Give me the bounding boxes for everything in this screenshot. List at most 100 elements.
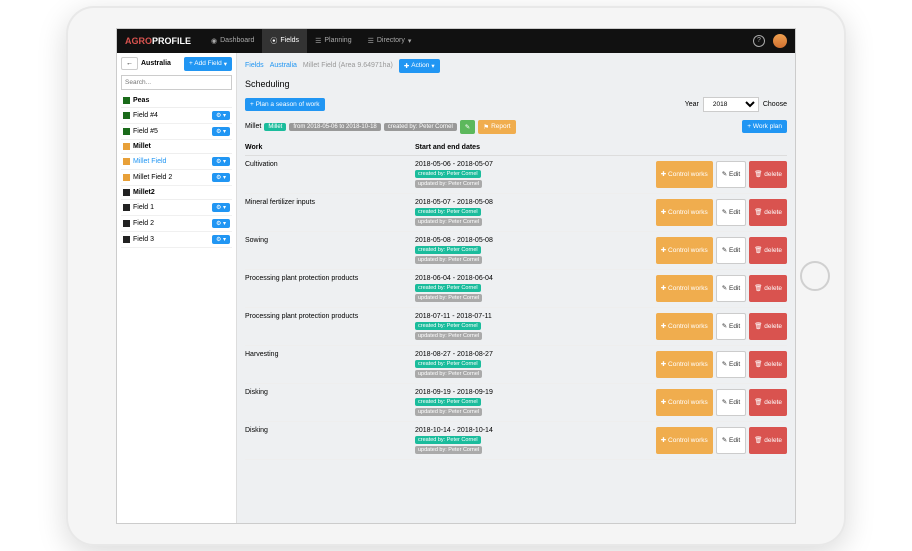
edit-button[interactable]: ✎ Edit xyxy=(716,237,746,264)
list-icon: ☰ xyxy=(315,37,321,45)
edit-button[interactable]: ✎ Edit xyxy=(716,389,746,416)
sidebar-title: Australia xyxy=(141,60,181,67)
updated-tag: updated by: Peter Cornel xyxy=(415,294,482,302)
updated-tag: updated by: Peter Cornel xyxy=(415,408,482,416)
gear-icon[interactable]: ⚙ ▾ xyxy=(212,235,230,244)
control-works-button[interactable]: ✚ Control works xyxy=(656,427,713,454)
nav-directory[interactable]: ☰Directory ▾ xyxy=(360,29,420,53)
edit-button[interactable]: ✎ Edit xyxy=(716,427,746,454)
table-row: Disking 2018-10-14 - 2018-10-14 created … xyxy=(245,422,787,460)
edit-button[interactable]: ✎ Edit xyxy=(716,351,746,378)
sidebar-item[interactable]: Field 1⚙ ▾ xyxy=(121,200,232,216)
nav-dashboard[interactable]: ◉Dashboard xyxy=(203,29,262,53)
dates-cell: 2018-08-27 - 2018-08-27 created by: Pete… xyxy=(415,351,545,378)
sidebar-item[interactable]: Field 3⚙ ▾ xyxy=(121,232,232,248)
color-swatch xyxy=(123,204,130,211)
sidebar-item[interactable]: Millet Field⚙ ▾ xyxy=(121,154,232,170)
table-row: Processing plant protection products 201… xyxy=(245,270,787,308)
choose-label: Choose xyxy=(763,101,787,108)
color-swatch xyxy=(123,236,130,243)
updated-tag: updated by: Peter Cornel xyxy=(415,218,482,226)
year-select[interactable]: 2018 xyxy=(703,97,759,112)
work-name: Disking xyxy=(245,427,415,454)
work-name: Disking xyxy=(245,389,415,416)
dates-cell: 2018-06-04 - 2018-06-04 created by: Pete… xyxy=(415,275,545,302)
control-works-button[interactable]: ✚ Control works xyxy=(656,237,713,264)
control-works-button[interactable]: ✚ Control works xyxy=(656,199,713,226)
edit-button[interactable]: ✎ Edit xyxy=(716,313,746,340)
control-works-button[interactable]: ✚ Control works xyxy=(656,351,713,378)
delete-button[interactable]: 🗑 delete xyxy=(749,351,787,378)
dates-cell: 2018-05-08 - 2018-05-08 created by: Pete… xyxy=(415,237,545,264)
logo: AGROPROFILE xyxy=(125,36,191,46)
sidebar-item[interactable]: Field #5⚙ ▾ xyxy=(121,124,232,140)
action-button[interactable]: ✚ Action ▾ xyxy=(399,59,440,73)
work-name: Sowing xyxy=(245,237,415,264)
sidebar-group: Peas xyxy=(121,94,232,108)
search-input[interactable] xyxy=(121,75,232,90)
edit-button[interactable]: ✎ Edit xyxy=(716,161,746,188)
col-work: Work xyxy=(245,144,415,151)
sidebar-item[interactable]: Field 2⚙ ▾ xyxy=(121,216,232,232)
table-header: Work Start and end dates xyxy=(245,140,787,156)
main-content: Fields Australia Millet Field (Area 9.64… xyxy=(237,53,795,523)
table-row: Sowing 2018-05-08 - 2018-05-08 created b… xyxy=(245,232,787,270)
gear-icon[interactable]: ⚙ ▾ xyxy=(212,127,230,136)
sidebar-item[interactable]: Millet Field 2⚙ ▾ xyxy=(121,170,232,186)
back-button[interactable]: ← xyxy=(121,57,138,70)
dates-cell: 2018-05-07 - 2018-05-08 created by: Pete… xyxy=(415,199,545,226)
delete-button[interactable]: 🗑 delete xyxy=(749,427,787,454)
delete-button[interactable]: 🗑 delete xyxy=(749,161,787,188)
delete-button[interactable]: 🗑 delete xyxy=(749,389,787,416)
control-works-button[interactable]: ✚ Control works xyxy=(656,275,713,302)
created-tag: created by: Peter Cornel xyxy=(415,208,481,216)
table-row: Cultivation 2018-05-06 - 2018-05-07 crea… xyxy=(245,156,787,194)
control-works-button[interactable]: ✚ Control works xyxy=(656,161,713,188)
edit-button[interactable]: ✎ Edit xyxy=(716,275,746,302)
sidebar-group: Millet xyxy=(121,140,232,154)
crumb-country[interactable]: Australia xyxy=(270,62,297,69)
color-swatch xyxy=(123,112,130,119)
table-row: Processing plant protection products 201… xyxy=(245,308,787,346)
delete-button[interactable]: 🗑 delete xyxy=(749,199,787,226)
delete-button[interactable]: 🗑 delete xyxy=(749,313,787,340)
edit-icon-button[interactable]: ✎ xyxy=(460,120,475,134)
sidebar-item[interactable]: Field #4⚙ ▾ xyxy=(121,108,232,124)
work-name: Processing plant protection products xyxy=(245,313,415,340)
color-swatch xyxy=(123,220,130,227)
col-dates: Start and end dates xyxy=(415,144,545,151)
nav-fields[interactable]: ⦿Fields xyxy=(262,29,307,53)
edit-button[interactable]: ✎ Edit xyxy=(716,199,746,226)
work-name: Mineral fertilizer inputs xyxy=(245,199,415,226)
delete-button[interactable]: 🗑 delete xyxy=(749,237,787,264)
report-button[interactable]: ⚑ Report xyxy=(478,120,515,134)
nav-planning[interactable]: ☰Planning xyxy=(307,29,360,53)
crumb-field: Millet Field (Area 9.64971ha) xyxy=(303,62,393,69)
breadcrumb: Fields Australia Millet Field (Area 9.64… xyxy=(245,59,787,73)
gear-icon[interactable]: ⚙ ▾ xyxy=(212,203,230,212)
avatar[interactable] xyxy=(773,34,787,48)
add-field-button[interactable]: + Add Field ▾ xyxy=(184,57,232,71)
dates-cell: 2018-07-11 - 2018-07-11 created by: Pete… xyxy=(415,313,545,340)
gear-icon[interactable]: ⚙ ▾ xyxy=(212,157,230,166)
control-works-button[interactable]: ✚ Control works xyxy=(656,313,713,340)
work-name: Cultivation xyxy=(245,161,415,188)
created-tag: created by: Peter Cornel xyxy=(415,170,481,178)
gear-icon[interactable]: ⚙ ▾ xyxy=(212,173,230,182)
updated-tag: updated by: Peter Cornel xyxy=(415,446,482,454)
control-works-button[interactable]: ✚ Control works xyxy=(656,389,713,416)
updated-tag: updated by: Peter Cornel xyxy=(415,370,482,378)
delete-button[interactable]: 🗑 delete xyxy=(749,275,787,302)
gear-icon[interactable]: ⚙ ▾ xyxy=(212,111,230,120)
work-plan-button[interactable]: + Work plan xyxy=(742,120,787,133)
table-row: Mineral fertilizer inputs 2018-05-07 - 2… xyxy=(245,194,787,232)
plan-season-button[interactable]: + Plan a season of work xyxy=(245,98,325,111)
help-icon[interactable]: ? xyxy=(753,35,765,47)
color-swatch xyxy=(123,97,130,104)
table-row: Harvesting 2018-08-27 - 2018-08-27 creat… xyxy=(245,346,787,384)
page-title: Scheduling xyxy=(245,79,787,89)
table-row: Disking 2018-09-19 - 2018-09-19 created … xyxy=(245,384,787,422)
color-swatch xyxy=(123,189,130,196)
crumb-fields[interactable]: Fields xyxy=(245,62,264,69)
gear-icon[interactable]: ⚙ ▾ xyxy=(212,219,230,228)
